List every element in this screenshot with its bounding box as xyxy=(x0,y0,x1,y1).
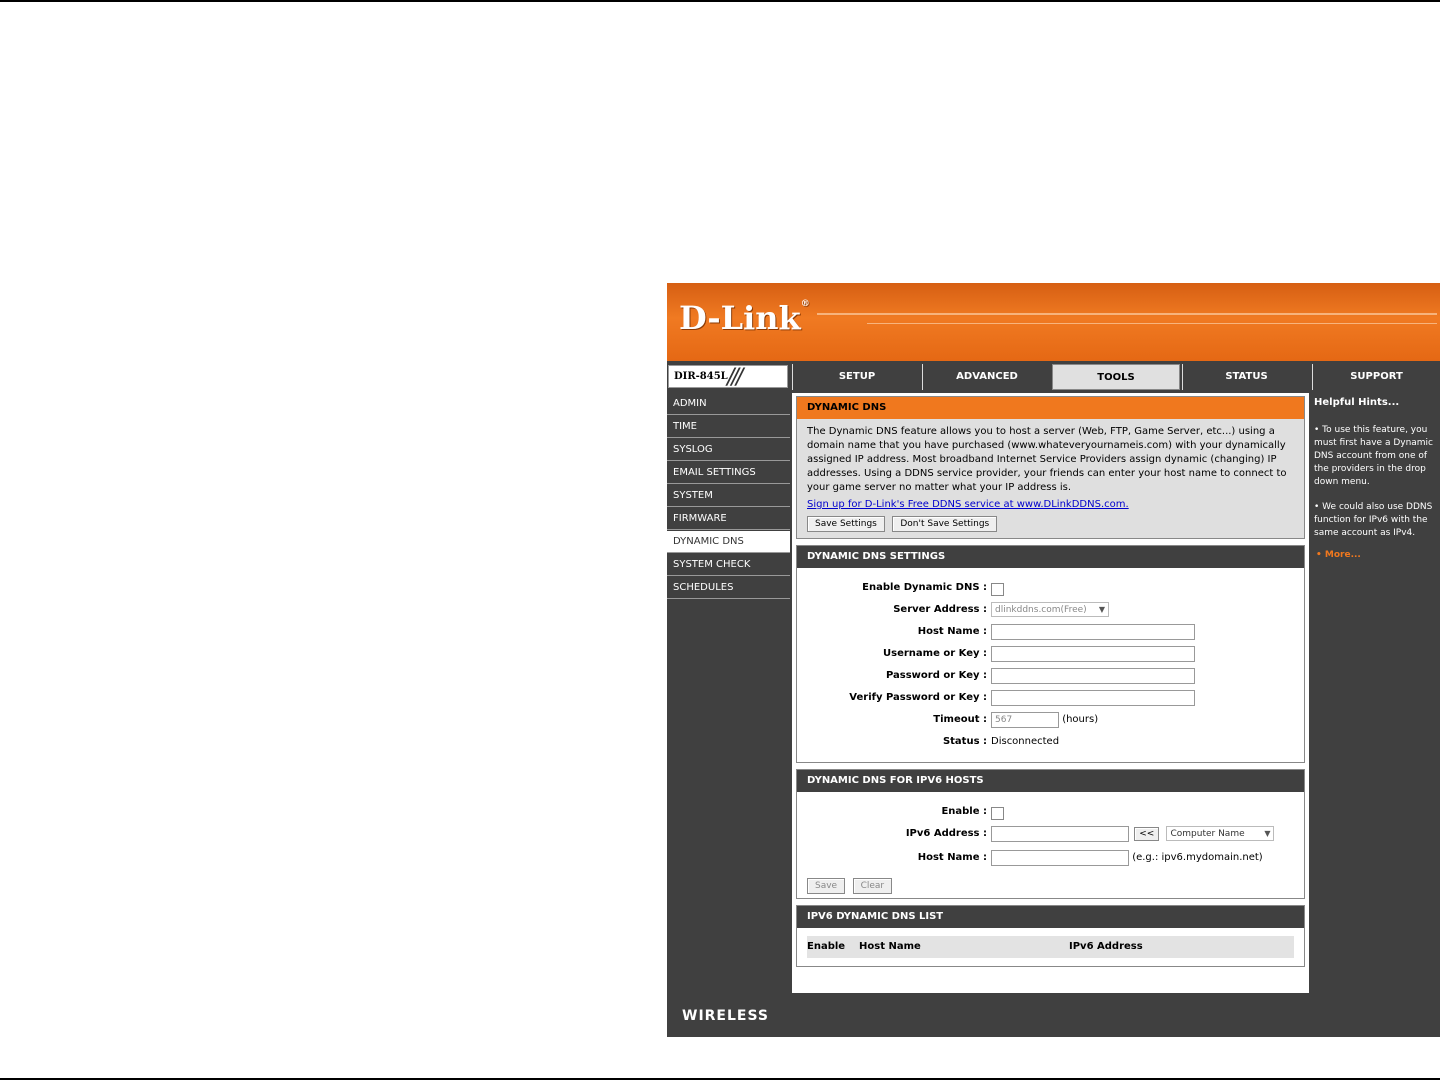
hints-title: Helpful Hints... xyxy=(1314,397,1400,408)
server-address-select[interactable]: dlinkddns.com(Free) ▼ xyxy=(991,602,1109,617)
tab-tools[interactable]: TOOLS xyxy=(1052,364,1180,390)
intro-text: The Dynamic DNS feature allows you to ho… xyxy=(807,426,1287,493)
ipv6-address-label: IPv6 Address : xyxy=(905,828,987,839)
sidebar-item-system-check[interactable]: SYSTEM CHECK xyxy=(667,554,790,576)
banner-swoosh xyxy=(867,323,1437,324)
verify-password-label: Verify Password or Key : xyxy=(849,692,987,703)
sidebar-item-schedules[interactable]: SCHEDULES xyxy=(667,577,790,599)
sidebar-item-firmware[interactable]: FIRMWARE xyxy=(667,508,790,530)
password-label: Password or Key : xyxy=(885,670,987,681)
router-admin-window: D-Link® DIR-845L /// SETUP ADVANCED TOOL… xyxy=(667,283,1440,1037)
intro-panel: DYNAMIC DNS The Dynamic DNS feature allo… xyxy=(796,396,1305,539)
host-name-input[interactable] xyxy=(991,624,1195,640)
main-content: DYNAMIC DNS The Dynamic DNS feature allo… xyxy=(792,393,1309,993)
dont-save-settings-button[interactable]: Don't Save Settings xyxy=(892,516,998,532)
tab-status[interactable]: STATUS xyxy=(1182,364,1310,390)
bottom-rule xyxy=(0,1078,1440,1080)
hint-item: • We could also use DDNS function for IP… xyxy=(1314,502,1433,538)
host-name-label: Host Name : xyxy=(917,626,987,637)
tab-support[interactable]: SUPPORT xyxy=(1312,364,1440,390)
model-name: DIR-845L xyxy=(674,371,728,382)
server-address-label: Server Address : xyxy=(893,604,987,615)
ipv6-host-name-hint: (e.g.: ipv6.mydomain.net) xyxy=(1132,852,1263,863)
timeout-label: Timeout : xyxy=(933,714,987,725)
ipv6-clear-button[interactable]: Clear xyxy=(852,878,893,894)
ipv6-hosts-panel: DYNAMIC DNS FOR IPV6 HOSTS Enable : IPv6… xyxy=(796,769,1305,899)
computer-name-value: Computer Name xyxy=(1170,829,1245,839)
chevron-down-icon: ▼ xyxy=(1098,605,1105,614)
ddns-settings-panel: DYNAMIC DNS SETTINGS Enable Dynamic DNS … xyxy=(796,545,1305,763)
sidebar-item-admin[interactable]: ADMIN xyxy=(667,393,790,415)
model-badge: DIR-845L /// xyxy=(668,365,788,390)
wireless-wordmark: WIRELESS xyxy=(682,1008,770,1024)
copy-computer-button[interactable]: << xyxy=(1134,827,1160,841)
sidebar: ADMIN TIME SYSLOG EMAIL SETTINGS SYSTEM … xyxy=(667,393,790,600)
hints-more-link[interactable]: • More... xyxy=(1316,550,1436,560)
column-host-name: Host Name xyxy=(859,941,921,952)
ipv6-save-button[interactable]: Save xyxy=(807,878,846,894)
top-nav: DIR-845L /// SETUP ADVANCED TOOLS STATUS… xyxy=(667,363,1440,391)
status-value: Disconnected xyxy=(991,736,1060,747)
sidebar-item-syslog[interactable]: SYSLOG xyxy=(667,439,790,461)
enable-ddns-label: Enable Dynamic DNS : xyxy=(862,582,987,593)
ipv6-list-title: IPV6 DYNAMIC DNS LIST xyxy=(797,906,1304,928)
hint-item: • To use this feature, you must first ha… xyxy=(1314,425,1434,487)
banner: D-Link® xyxy=(667,283,1440,361)
dlink-logo: D-Link® xyxy=(679,299,810,337)
ipv6-list-header: Enable Host Name IPv6 Address xyxy=(807,936,1294,958)
username-label: Username or Key : xyxy=(883,648,987,659)
timeout-unit: (hours) xyxy=(1062,714,1099,725)
password-input[interactable] xyxy=(991,668,1195,684)
ddns-settings-title: DYNAMIC DNS SETTINGS xyxy=(797,546,1304,568)
sidebar-item-system[interactable]: SYSTEM xyxy=(667,485,790,507)
ddns-signup-link[interactable]: Sign up for D-Link's Free DDNS service a… xyxy=(807,499,1294,510)
top-rule xyxy=(0,0,1440,2)
ipv6-enable-label: Enable : xyxy=(941,806,987,817)
verify-password-input[interactable] xyxy=(991,690,1195,706)
ipv6-address-input[interactable] xyxy=(991,826,1129,842)
status-label: Status : xyxy=(942,736,987,747)
ipv6-enable-checkbox[interactable] xyxy=(991,807,1004,820)
username-input[interactable] xyxy=(991,646,1195,662)
helpful-hints: Helpful Hints... • To use this feature, … xyxy=(1312,393,1440,560)
tab-setup[interactable]: SETUP xyxy=(792,364,921,390)
enable-ddns-checkbox[interactable] xyxy=(991,583,1004,596)
tab-advanced[interactable]: ADVANCED xyxy=(922,364,1051,390)
sidebar-item-time[interactable]: TIME xyxy=(667,416,790,438)
chevron-down-icon: ▼ xyxy=(1264,829,1271,838)
column-ipv6-address: IPv6 Address xyxy=(1069,941,1143,952)
computer-name-select[interactable]: Computer Name ▼ xyxy=(1166,826,1275,841)
sidebar-item-dynamic-dns[interactable]: DYNAMIC DNS xyxy=(667,531,790,553)
server-address-value: dlinkddns.com(Free) xyxy=(995,605,1087,615)
save-settings-button[interactable]: Save Settings xyxy=(807,516,885,532)
banner-swoosh xyxy=(817,313,1437,315)
timeout-input[interactable] xyxy=(991,712,1059,728)
intro-title: DYNAMIC DNS xyxy=(797,397,1304,419)
ipv6-list-panel: IPV6 DYNAMIC DNS LIST Enable Host Name I… xyxy=(796,905,1305,967)
ipv6-host-name-input[interactable] xyxy=(991,850,1129,866)
sidebar-item-email-settings[interactable]: EMAIL SETTINGS xyxy=(667,462,790,484)
footer: WIRELESS xyxy=(667,996,1440,1037)
ipv6-hosts-title: DYNAMIC DNS FOR IPV6 HOSTS xyxy=(797,770,1304,792)
ipv6-host-name-label: Host Name : xyxy=(917,852,987,863)
slashes-icon: /// xyxy=(727,365,743,390)
column-enable: Enable xyxy=(807,941,846,952)
